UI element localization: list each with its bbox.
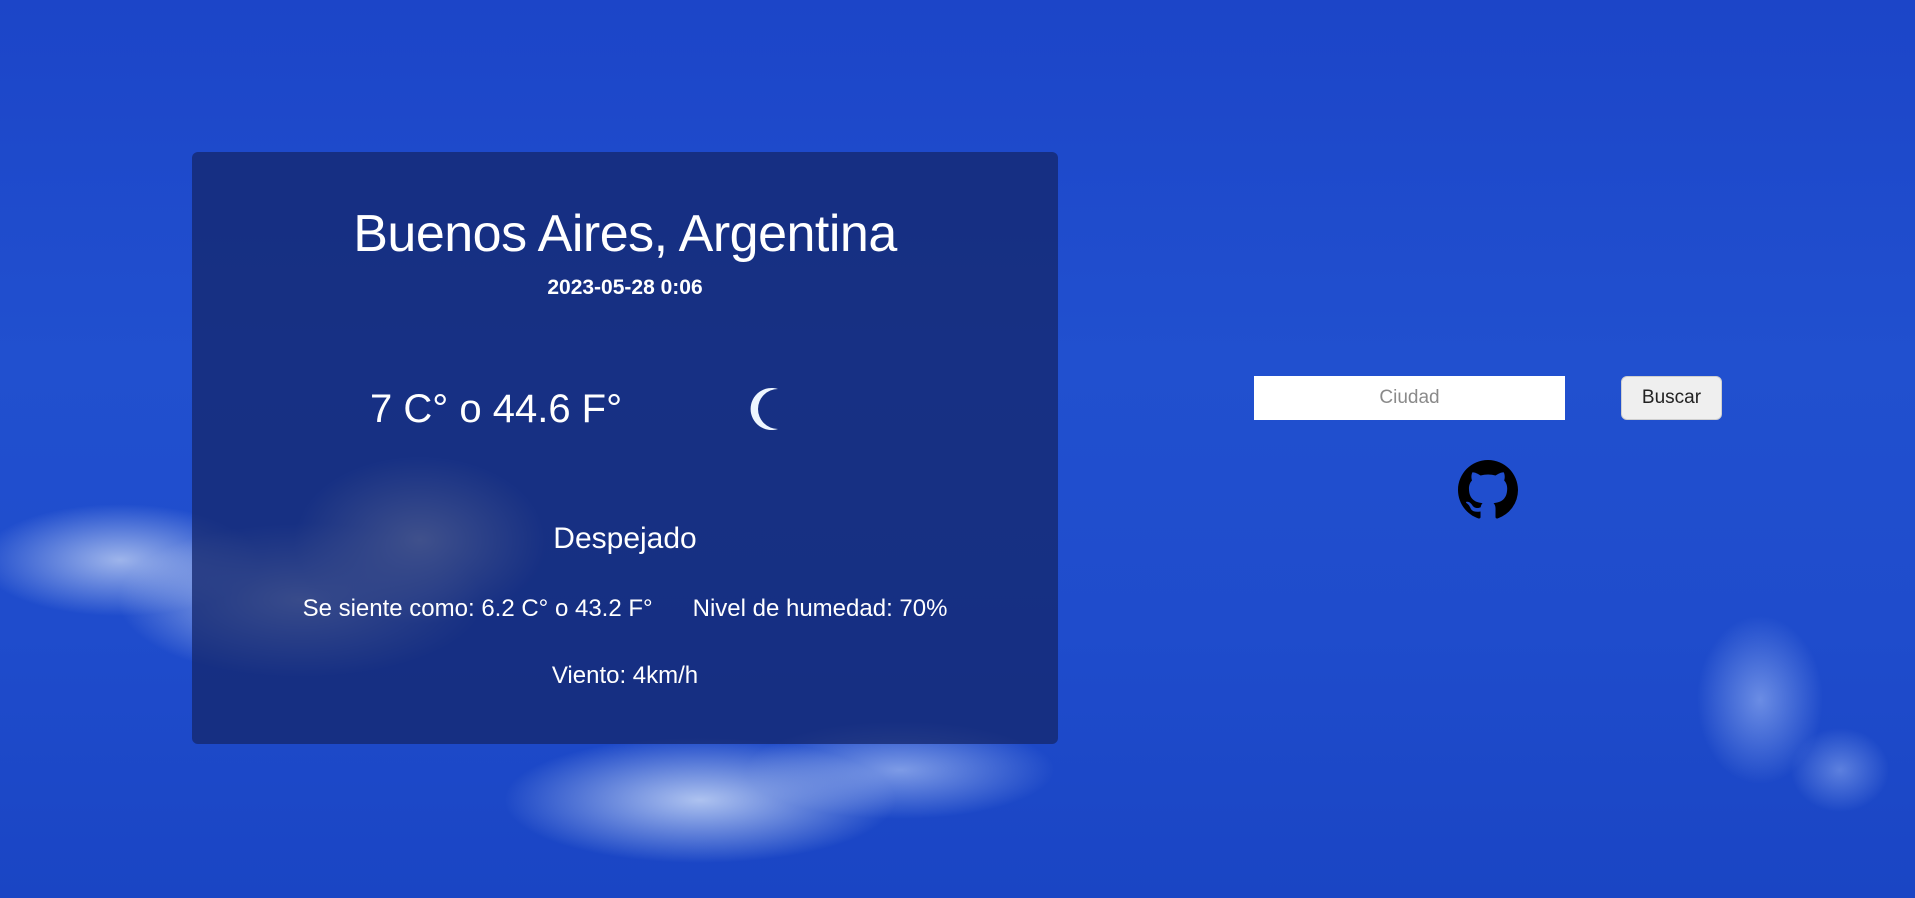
city-search-input[interactable] xyxy=(1254,376,1565,420)
moon-icon xyxy=(750,382,782,436)
feels-like: Se siente como: 6.2 C° o 43.2 F° xyxy=(302,595,653,622)
wind-speed: Viento: 4km/h xyxy=(551,662,699,689)
temperature: 7 C° o 44.6 F° xyxy=(370,387,623,431)
weather-details: Se siente como: 6.2 C° o 43.2 F° Nivel d… xyxy=(192,595,1058,623)
github-link[interactable] xyxy=(1458,460,1518,520)
github-icon xyxy=(1458,460,1518,519)
weather-condition: Despejado xyxy=(553,522,697,555)
location-title: Buenos Aires, Argentina xyxy=(353,205,897,263)
local-datetime: 2023-05-28 0:06 xyxy=(547,276,703,299)
weather-card: Buenos Aires, Argentina 2023-05-28 0:06 … xyxy=(192,152,1058,744)
search-button[interactable]: Buscar xyxy=(1621,376,1722,420)
humidity: Nivel de humedad: 70% xyxy=(692,595,948,622)
